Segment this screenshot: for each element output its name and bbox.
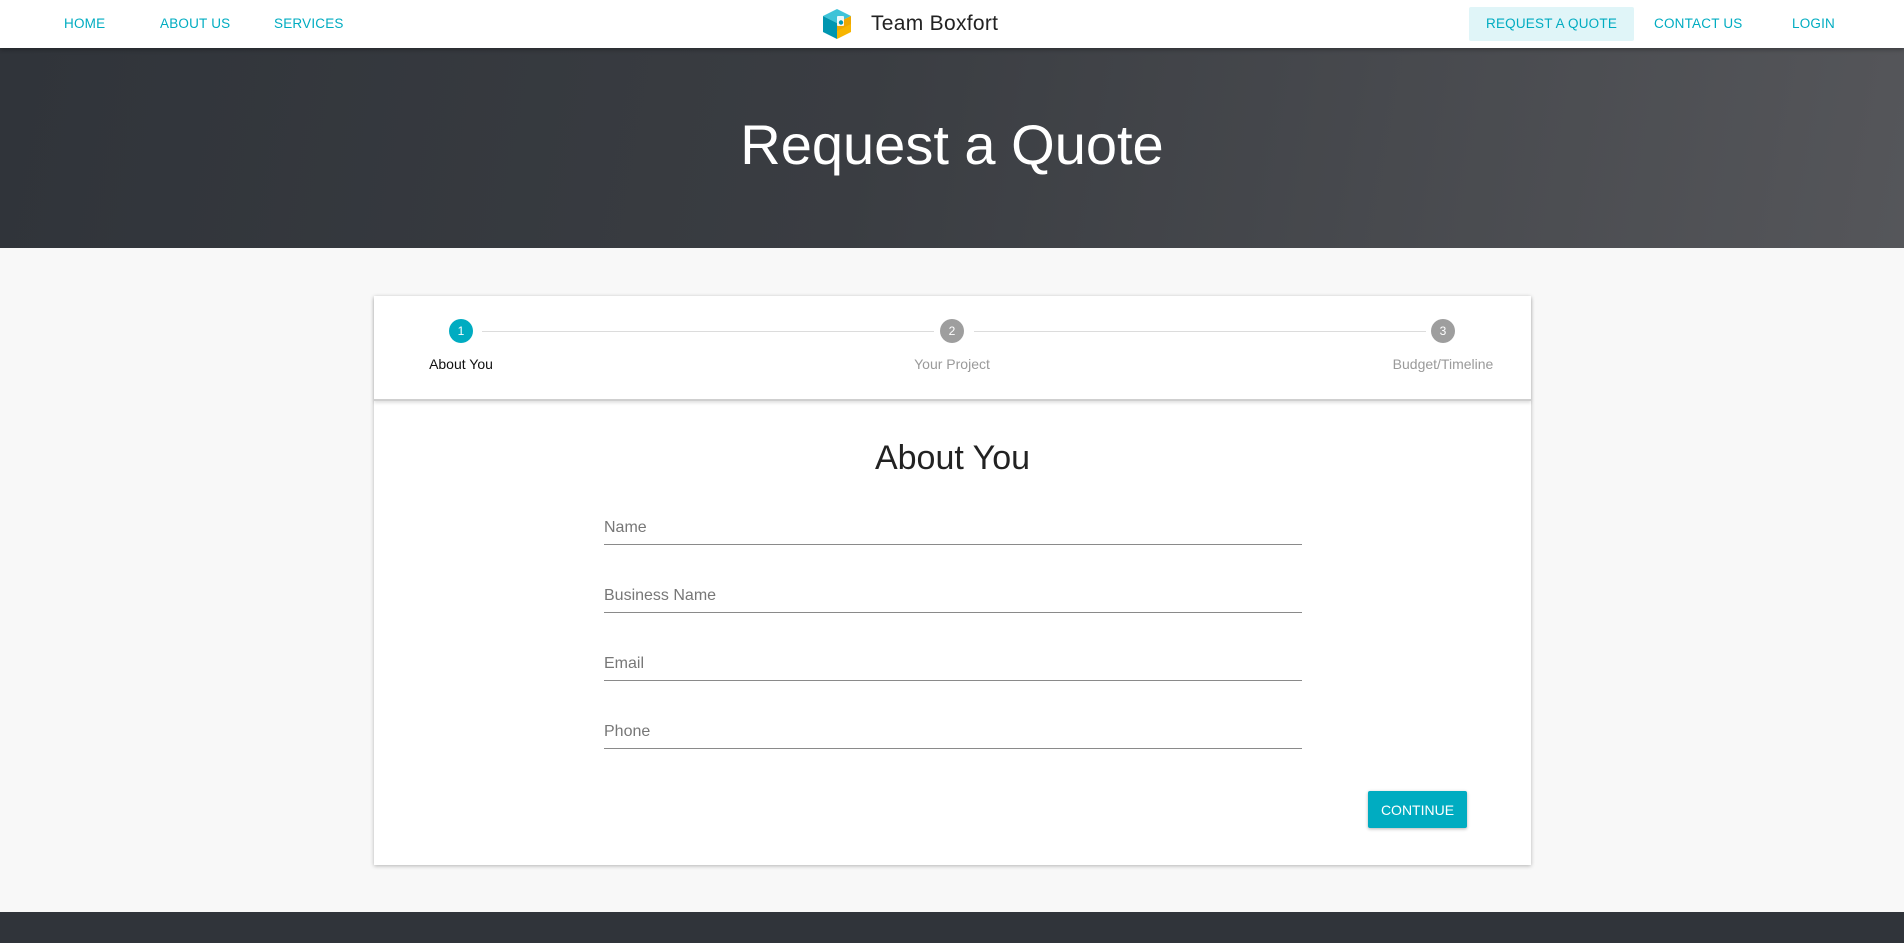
nav-contact-us-link[interactable]: CONTACT US (1637, 7, 1760, 41)
nav-home-link[interactable]: HOME (47, 7, 122, 41)
step-3-indicator[interactable]: 3 (1431, 319, 1455, 343)
brand-home-link[interactable]: Team Boxfort (820, 6, 998, 42)
step-1-label[interactable]: About You (361, 356, 561, 372)
phone-input[interactable] (604, 709, 1302, 749)
step-connector (482, 331, 934, 332)
page-title: Request a Quote (740, 113, 1164, 176)
nav-about-us-link[interactable]: ABOUT US (143, 7, 247, 41)
step-connector (974, 331, 1426, 332)
top-navbar: HOME ABOUT US SERVICES Team Boxfort REQU… (0, 0, 1904, 48)
step-3-label[interactable]: Budget/Timeline (1343, 356, 1543, 372)
boxfort-cube-icon (820, 7, 854, 41)
business-name-input[interactable] (604, 573, 1302, 613)
nav-services-link[interactable]: SERVICES (257, 7, 361, 41)
step-2-indicator[interactable]: 2 (940, 319, 964, 343)
nav-request-a-quote-link[interactable]: REQUEST A QUOTE (1469, 7, 1635, 41)
nav-login-link[interactable]: LOGIN (1775, 7, 1852, 41)
step-2-label[interactable]: Your Project (852, 356, 1052, 372)
step-1-indicator[interactable]: 1 (449, 319, 473, 343)
quote-form-card: 1 About You 2 Your Project 3 Budget/Time… (374, 296, 1531, 865)
hero-banner: Request a Quote (0, 48, 1904, 248)
email-input[interactable] (604, 641, 1302, 681)
progress-stepper: 1 About You 2 Your Project 3 Budget/Time… (374, 296, 1531, 401)
page-footer (0, 912, 1904, 943)
name-input[interactable] (604, 505, 1302, 545)
brand-name: Team Boxfort (871, 12, 999, 35)
continue-button[interactable]: CONTINUE (1368, 791, 1467, 828)
form-section-title: About You (874, 439, 1031, 477)
